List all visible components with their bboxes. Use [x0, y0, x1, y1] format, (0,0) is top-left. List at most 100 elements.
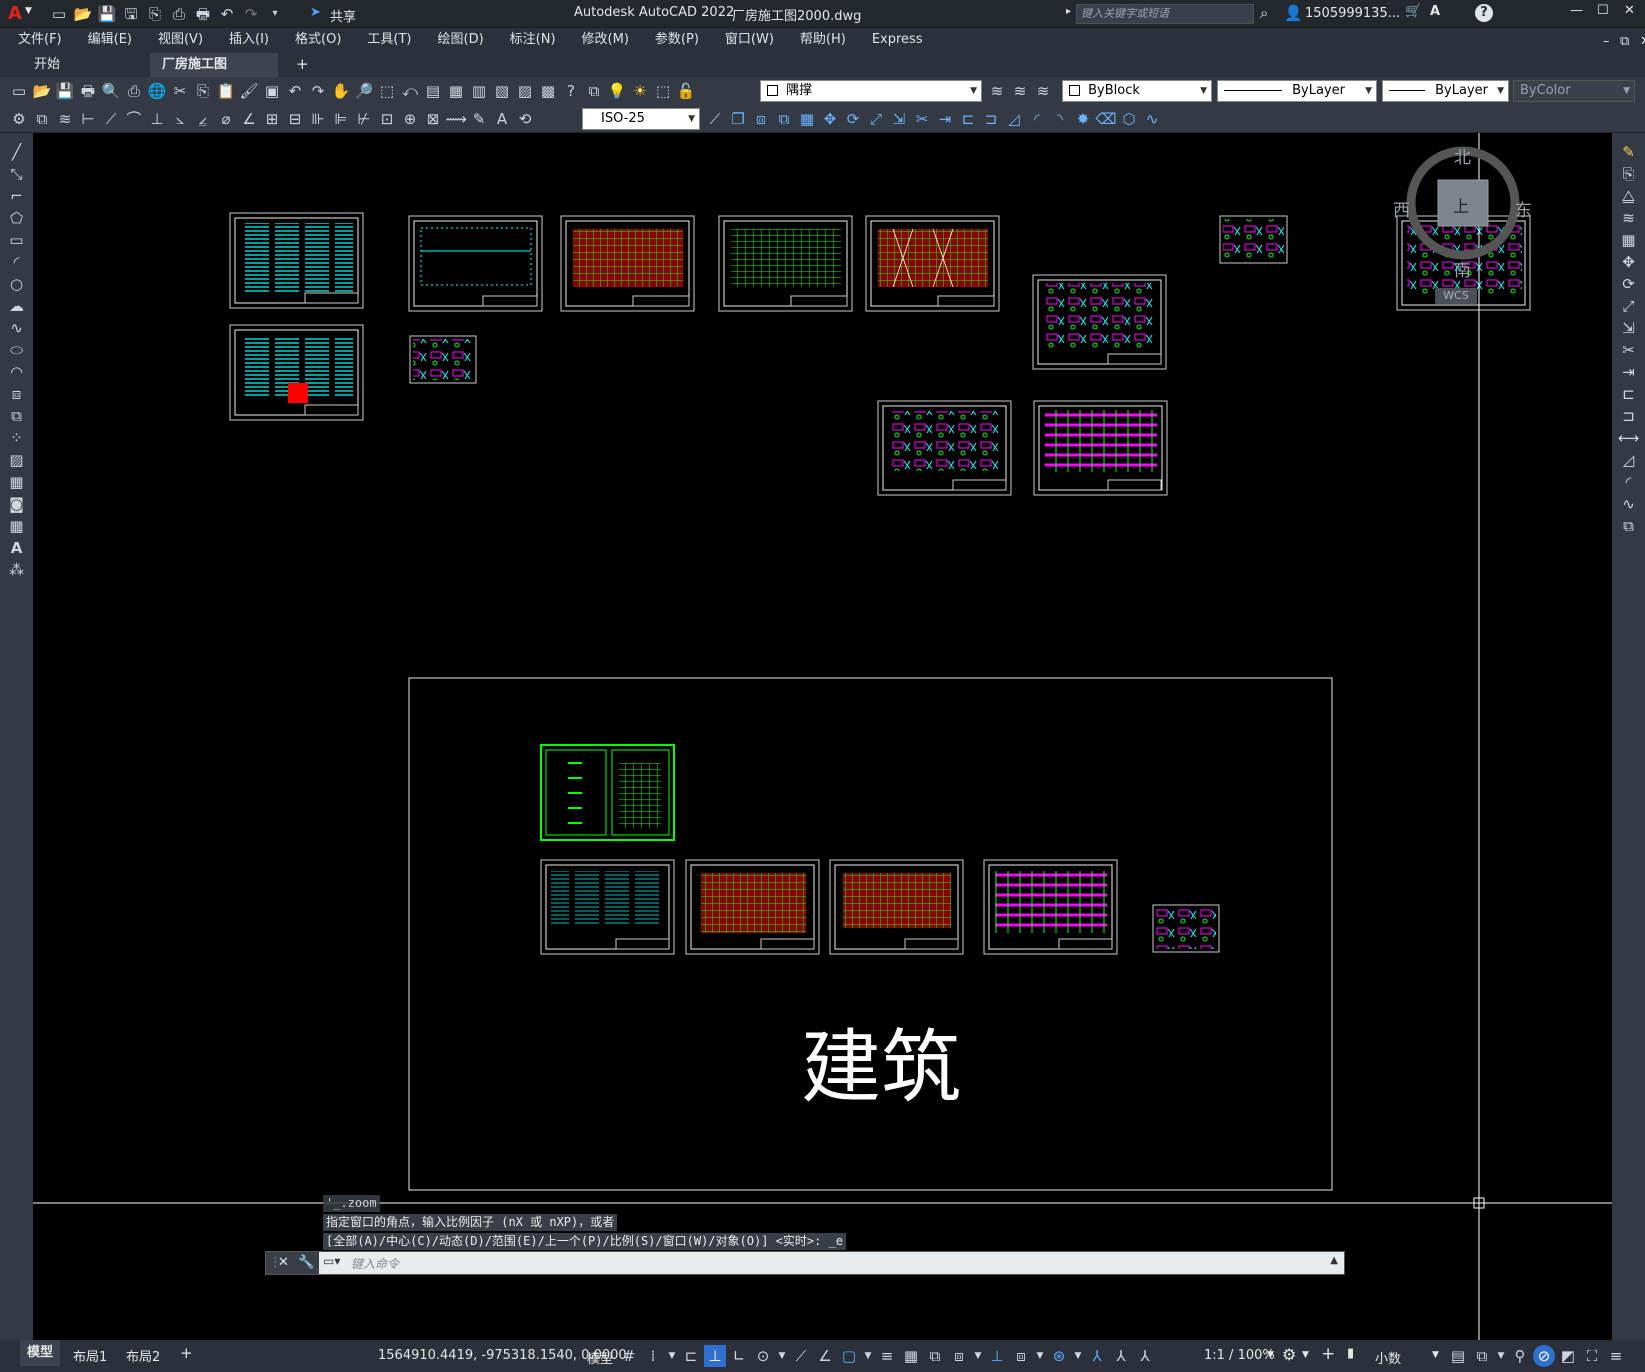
save-web-icon[interactable]: ⎙ [168, 3, 190, 25]
copy-obj-icon[interactable]: ❐ [727, 108, 749, 130]
app-menu-arrow-icon[interactable]: ▼ [25, 6, 32, 16]
chamfer-icon[interactable]: ◿ [1003, 108, 1025, 130]
wcs-menu[interactable]: WCS [1435, 288, 1477, 304]
open-web-icon[interactable]: ⎘ [144, 3, 166, 25]
tab-drawing[interactable]: 厂房施工图2000* ✕ [150, 53, 278, 96]
mtext-icon[interactable]: A [6, 537, 28, 559]
polar-menu-icon[interactable]: ▼ [776, 1345, 788, 1367]
customize-qat-icon[interactable]: ▾ [264, 3, 286, 25]
sheet-arch-plan-2[interactable] [829, 859, 964, 955]
edit-poly-icon[interactable]: ⬡ [1118, 108, 1140, 130]
sheet-cover[interactable] [540, 744, 675, 841]
fillet-icon[interactable]: ◜ [1618, 471, 1640, 493]
minimize-icon[interactable]: — [1570, 3, 1583, 18]
explode-icon[interactable]: ✸ [1072, 108, 1094, 130]
radius-dim-icon[interactable]: ⦣ [169, 108, 191, 130]
break-icon[interactable]: ⊐ [1618, 405, 1640, 427]
ordinate-dim-icon[interactable]: ⊥ [146, 108, 168, 130]
menu-window[interactable]: 窗口(W) [712, 28, 787, 51]
grid-icon[interactable]: # [618, 1345, 640, 1367]
zoom-previous-icon[interactable]: ⤺ [399, 80, 421, 102]
baseline-dim-icon[interactable]: ⊟ [284, 108, 306, 130]
customization-icon[interactable]: ≡ [1605, 1345, 1627, 1367]
tab-layout1[interactable]: 布局1 [73, 1346, 107, 1365]
offset-icon[interactable]: ≋ [1618, 207, 1640, 229]
mirror-icon[interactable]: ⧈ [750, 108, 772, 130]
pan-icon[interactable]: ✋ [330, 80, 352, 102]
publish-icon[interactable]: ⎙ [123, 80, 145, 102]
add-selected-icon[interactable]: ⁂ [6, 559, 28, 581]
rotate-icon[interactable]: ⟳ [1618, 273, 1640, 295]
lock-menu-icon[interactable]: ▼ [1495, 1345, 1507, 1367]
markup-icon[interactable]: ▨ [514, 80, 536, 102]
viewcube-top-face[interactable]: 上 [1453, 193, 1469, 217]
tab-start[interactable]: 开始 [22, 53, 150, 77]
arc-icon[interactable]: ◜ [6, 251, 28, 273]
save-icon[interactable]: 💾 [96, 3, 118, 25]
angular-dim-icon[interactable]: ∠ [238, 108, 260, 130]
offset-icon[interactable]: ⧉ [773, 108, 795, 130]
add-layout-button[interactable]: + [180, 1344, 193, 1362]
tab-model[interactable]: 模型 [20, 1340, 60, 1366]
quick-properties-icon[interactable]: ▤ [1447, 1345, 1469, 1367]
dynamic-input-icon[interactable]: ⊥ [704, 1345, 726, 1367]
explode-icon[interactable]: ⧉ [1618, 515, 1640, 537]
undo-icon[interactable]: ↶ [216, 3, 238, 25]
extend-icon[interactable]: ⇥ [1618, 361, 1640, 383]
user-icon[interactable]: 👤 [1284, 4, 1303, 22]
dim-style-icon[interactable]: ⟋ [704, 108, 726, 130]
diameter-dim-icon[interactable]: ⌀ [215, 108, 237, 130]
array-icon[interactable]: ▦ [1618, 229, 1640, 251]
line-icon[interactable]: ╱ [6, 141, 28, 163]
open-icon[interactable]: 📂 [31, 80, 53, 102]
paste-icon[interactable]: 📋 [215, 80, 237, 102]
osnap-tracking-icon[interactable]: ∠ [814, 1345, 836, 1367]
units-icon[interactable]: ▮ [1347, 1346, 1354, 1361]
aligned-dim-icon[interactable]: ⟋ [100, 108, 122, 130]
sheet-foundation-plan[interactable] [560, 215, 695, 312]
command-customize-icon[interactable]: 🔧 [298, 1255, 314, 1270]
undo-icon[interactable]: ↶ [284, 80, 306, 102]
workspace-menu-icon[interactable]: ▼ [1302, 1350, 1309, 1360]
spline-icon[interactable]: ∿ [6, 317, 28, 339]
continue-dim-icon[interactable]: ⊪ [307, 108, 329, 130]
command-input[interactable]: ▭▾ 键入命令 ▲ [319, 1252, 1344, 1274]
search-expand-icon[interactable]: ▸ [1066, 6, 1071, 17]
color-dropdown[interactable]: ByBlock ▼ [1062, 80, 1212, 102]
clean-screen-icon[interactable]: ⛶ [1581, 1345, 1603, 1367]
block-editor-icon[interactable]: ▣ [261, 80, 283, 102]
osnap-menu-icon[interactable]: ▼ [862, 1345, 874, 1367]
scale-icon[interactable]: ⤢ [865, 108, 887, 130]
share-icon[interactable]: ➤ [310, 5, 321, 20]
table-icon[interactable]: ▦ [6, 515, 28, 537]
dim-space-icon[interactable]: ⊫ [330, 108, 352, 130]
sheet-elevation-1[interactable] [1033, 400, 1168, 496]
dim-break-icon[interactable]: ⊬ [353, 108, 375, 130]
array-icon[interactable]: ▦ [796, 108, 818, 130]
command-close-icon[interactable]: ✕ [278, 1255, 289, 1270]
maximize-icon[interactable]: ☐ [1597, 3, 1609, 18]
inspect-icon[interactable]: ⊠ [422, 108, 444, 130]
command-history-toggle-icon[interactable]: ▲ [1330, 1255, 1338, 1266]
erase-icon[interactable]: ⌫ [1095, 108, 1117, 130]
fillet-icon[interactable]: ◜ [1026, 108, 1048, 130]
dynamic-ucs-icon[interactable]: ⊥ [986, 1345, 1008, 1367]
polyline-icon[interactable]: ⌐ [6, 185, 28, 207]
dimstyle-dropdown[interactable]: ISO-25 ▼ [582, 108, 700, 130]
viewcube-south[interactable]: 南 [1454, 256, 1471, 281]
infer-constraints-icon[interactable]: ⊏ [680, 1345, 702, 1367]
layer-dropdown[interactable]: 隅撑 ▼ [760, 80, 982, 102]
revision-cloud-icon[interactable]: ☁ [6, 295, 28, 317]
menu-file[interactable]: 文件(F) [5, 28, 75, 51]
snap-menu-icon[interactable]: ▼ [666, 1345, 678, 1367]
menu-tools[interactable]: 工具(T) [354, 28, 424, 51]
layer-props-icon[interactable]: ⧉ [31, 108, 53, 130]
qnew-icon[interactable]: ▭ [8, 80, 30, 102]
ortho-icon[interactable]: ∟ [728, 1345, 750, 1367]
plotstyle-dropdown[interactable]: ByColor ▼ [1513, 80, 1635, 102]
filter-menu-icon[interactable]: ▼ [1034, 1345, 1046, 1367]
calculator-icon[interactable]: ▩ [537, 80, 559, 102]
zoom-realtime-icon[interactable]: 🔎 [353, 80, 375, 102]
selection-cycling-icon[interactable]: ⧉ [924, 1345, 946, 1367]
chamfer-icon[interactable]: ◿ [1618, 449, 1640, 471]
